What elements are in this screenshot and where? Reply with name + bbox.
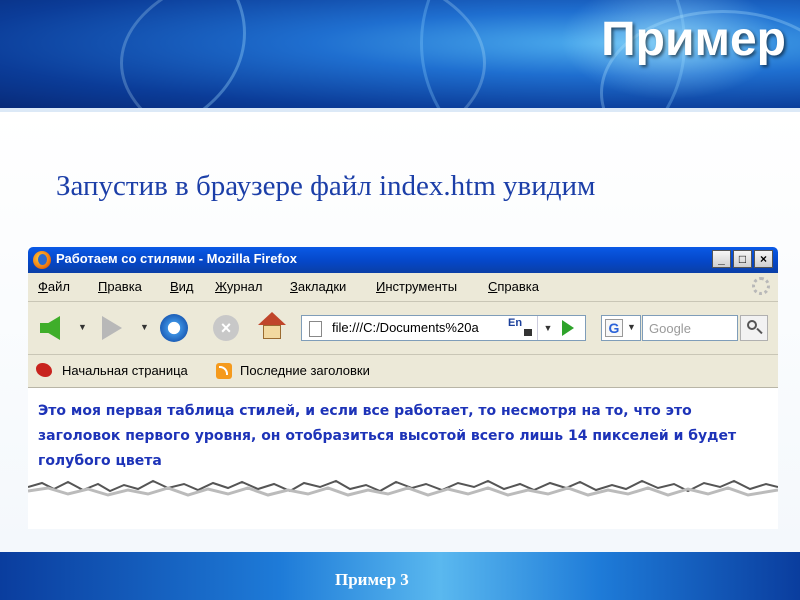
address-dropdown-icon[interactable]: ▼ [537,316,558,340]
menu-accelerator: И [376,279,386,294]
browser-titlebar: Работаем со стилями - Mozilla Firefox _ … [28,247,778,273]
address-text[interactable]: file:///C:/Documents%20a [332,320,479,335]
browser-screenshot: Работаем со стилями - Mozilla Firefox _ … [28,247,778,529]
menu-label: ид [178,279,194,294]
menu-item-help[interactable]: Справка [488,279,539,294]
minimize-button[interactable]: _ [712,250,731,268]
menu-accelerator: П [98,279,108,294]
search-engine-selector[interactable]: G ▼ [601,315,641,341]
home-roof [258,312,286,325]
firefox-logo-icon [33,251,51,269]
menu-accelerator: Ф [38,279,48,294]
menu-label: акладки [297,279,347,294]
home-bookmark-icon [36,363,52,377]
footer-label: Пример 3 [335,570,409,589]
forward-arrow-icon[interactable] [102,316,122,340]
throbber-icon [752,277,770,295]
menu-accelerator: В [170,279,179,294]
menu-bar: Файл Правка Вид Журнал Закладки Инструме… [28,273,778,302]
bookmark-latest-headlines[interactable]: Последние заголовки [240,363,370,378]
slide-title: Пример [601,13,786,66]
language-badge: En [508,317,523,329]
content-heading: Это моя первая таблица стилей, и если вс… [38,403,737,469]
menu-label: правка [497,279,539,294]
navigation-toolbar: ▼ ▼ × file:///C:/Documents%20a En ▼ G ▼ [28,302,778,355]
bookmark-home-page[interactable]: Начальная страница [62,363,188,378]
window-title: Работаем со стилями - Mozilla Firefox [56,251,297,266]
menu-label: айл [47,279,70,294]
reload-icon[interactable] [160,314,188,342]
menu-label: равка [107,279,142,294]
search-input[interactable] [642,315,738,341]
menu-accelerator: Ж [215,279,227,294]
slide-header: Пример [0,0,800,108]
lock-icon [524,329,532,336]
menu-label: урнал [226,279,263,294]
search-icon[interactable] [740,315,768,341]
back-arrow-icon[interactable] [40,316,60,340]
menu-item-bookmarks[interactable]: Закладки [290,279,346,294]
home-icon[interactable] [258,312,286,340]
menu-item-view[interactable]: Вид [170,279,194,294]
menu-item-tools[interactable]: Инструменты [376,279,457,294]
search-engine-dropdown-icon: ▼ [627,322,636,332]
maximize-button[interactable]: □ [733,250,752,268]
go-arrow-icon[interactable] [562,320,574,336]
stop-icon[interactable]: × [213,315,239,341]
bookmarks-toolbar: Начальная страница Последние заголовки [28,355,778,388]
forward-dropdown-icon[interactable]: ▼ [140,322,149,332]
back-dropdown-icon[interactable]: ▼ [78,322,87,332]
google-g-icon: G [605,319,623,337]
address-bar[interactable]: file:///C:/Documents%20a En ▼ [301,315,586,341]
torn-edge [28,479,778,529]
menu-accelerator: З [290,279,298,294]
menu-label: нструменты [385,279,458,294]
menu-accelerator: С [488,279,498,294]
menu-item-edit[interactable]: Правка [98,279,142,294]
rss-icon [216,363,232,379]
menu-item-history[interactable]: Журнал [215,279,262,294]
close-button[interactable]: × [754,250,773,268]
lead-text: Запустив в браузере файл index.htm увиди… [56,170,596,202]
menu-item-file[interactable]: Файл [38,279,70,294]
page-icon [309,321,322,337]
home-wall [263,325,281,339]
